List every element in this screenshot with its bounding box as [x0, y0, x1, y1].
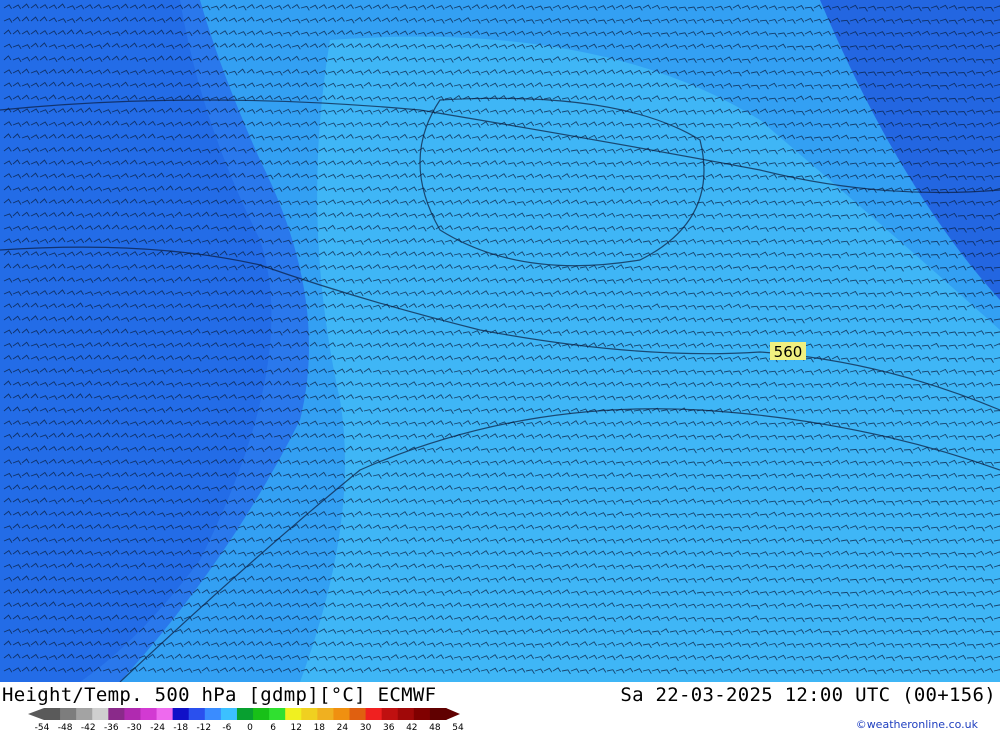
- scale-arrow-right: [446, 708, 460, 720]
- scale-swatch: [413, 708, 431, 720]
- scale-tick-label: 12: [290, 723, 301, 732]
- scale-swatch: [220, 708, 238, 720]
- temperature-field: 560: [0, 0, 1000, 682]
- scale-tick-label: -24: [150, 723, 165, 732]
- scale-swatch: [76, 708, 93, 720]
- scale-tick-label: -12: [196, 723, 211, 732]
- scale-swatch: [108, 708, 125, 720]
- scale-swatch: [349, 708, 367, 720]
- scale-tick-label: -48: [58, 723, 73, 732]
- scale-swatch: [397, 708, 415, 720]
- scale-arrow-left: [28, 708, 44, 720]
- scale-swatch: [140, 708, 158, 720]
- scale-tick-label: 18: [314, 723, 326, 732]
- scale-tick-label: 24: [337, 723, 349, 732]
- scale-tick-label: -30: [127, 723, 142, 732]
- scale-tick-label: -42: [81, 723, 96, 732]
- scale-swatch: [269, 708, 286, 720]
- map-footer: Height/Temp. 500 hPa [gdmp][°C] ECMWF Sa…: [0, 682, 1000, 733]
- scale-swatch: [301, 708, 318, 720]
- scale-swatch: [365, 708, 383, 720]
- weather-map: 560: [0, 0, 1000, 682]
- scale-swatch: [204, 708, 222, 720]
- map-title: Height/Temp. 500 hPa [gdmp][°C] ECMWF: [2, 684, 437, 706]
- scale-swatch: [236, 708, 254, 720]
- scale-swatch: [156, 708, 174, 720]
- credit-link[interactable]: ©weatheronline.co.uk: [856, 718, 978, 731]
- map-datetime: Sa 22-03-2025 12:00 UTC (00+156): [620, 684, 996, 706]
- scale-tick-label: 42: [406, 723, 417, 732]
- scale-swatch: [317, 708, 334, 720]
- scale-tick-label: 6: [270, 723, 276, 732]
- contour-label-560: 560: [770, 342, 806, 361]
- scale-swatch: [429, 708, 447, 720]
- scale-tick-label: -54: [35, 723, 50, 732]
- scale-swatch: [44, 708, 61, 720]
- contour-label-text: 560: [774, 343, 803, 361]
- scale-swatch: [124, 708, 141, 720]
- scale-tick-label: -18: [173, 723, 188, 732]
- scale-swatch: [381, 708, 399, 720]
- scale-tick-label: 0: [247, 723, 253, 732]
- scale-swatch: [188, 708, 206, 720]
- scale-swatch: [333, 708, 351, 720]
- scale-swatch: [253, 708, 270, 720]
- scale-swatch: [172, 708, 190, 720]
- scale-swatch: [285, 708, 302, 720]
- scale-swatch: [92, 708, 109, 720]
- scale-tick-label: 36: [383, 723, 395, 732]
- scale-swatch: [60, 708, 77, 720]
- scale-tick-label: -6: [222, 723, 231, 732]
- scale-tick-label: 54: [452, 723, 464, 732]
- scale-tick-label: -36: [104, 723, 119, 732]
- color-scale: -54 -48 -42 -36 -30 -24 -18 -12 -6 0 6 12 18 24 30 36 42…: [28, 708, 464, 732]
- scale-tick-label: 48: [429, 723, 441, 732]
- scale-tick-label: 30: [360, 723, 372, 732]
